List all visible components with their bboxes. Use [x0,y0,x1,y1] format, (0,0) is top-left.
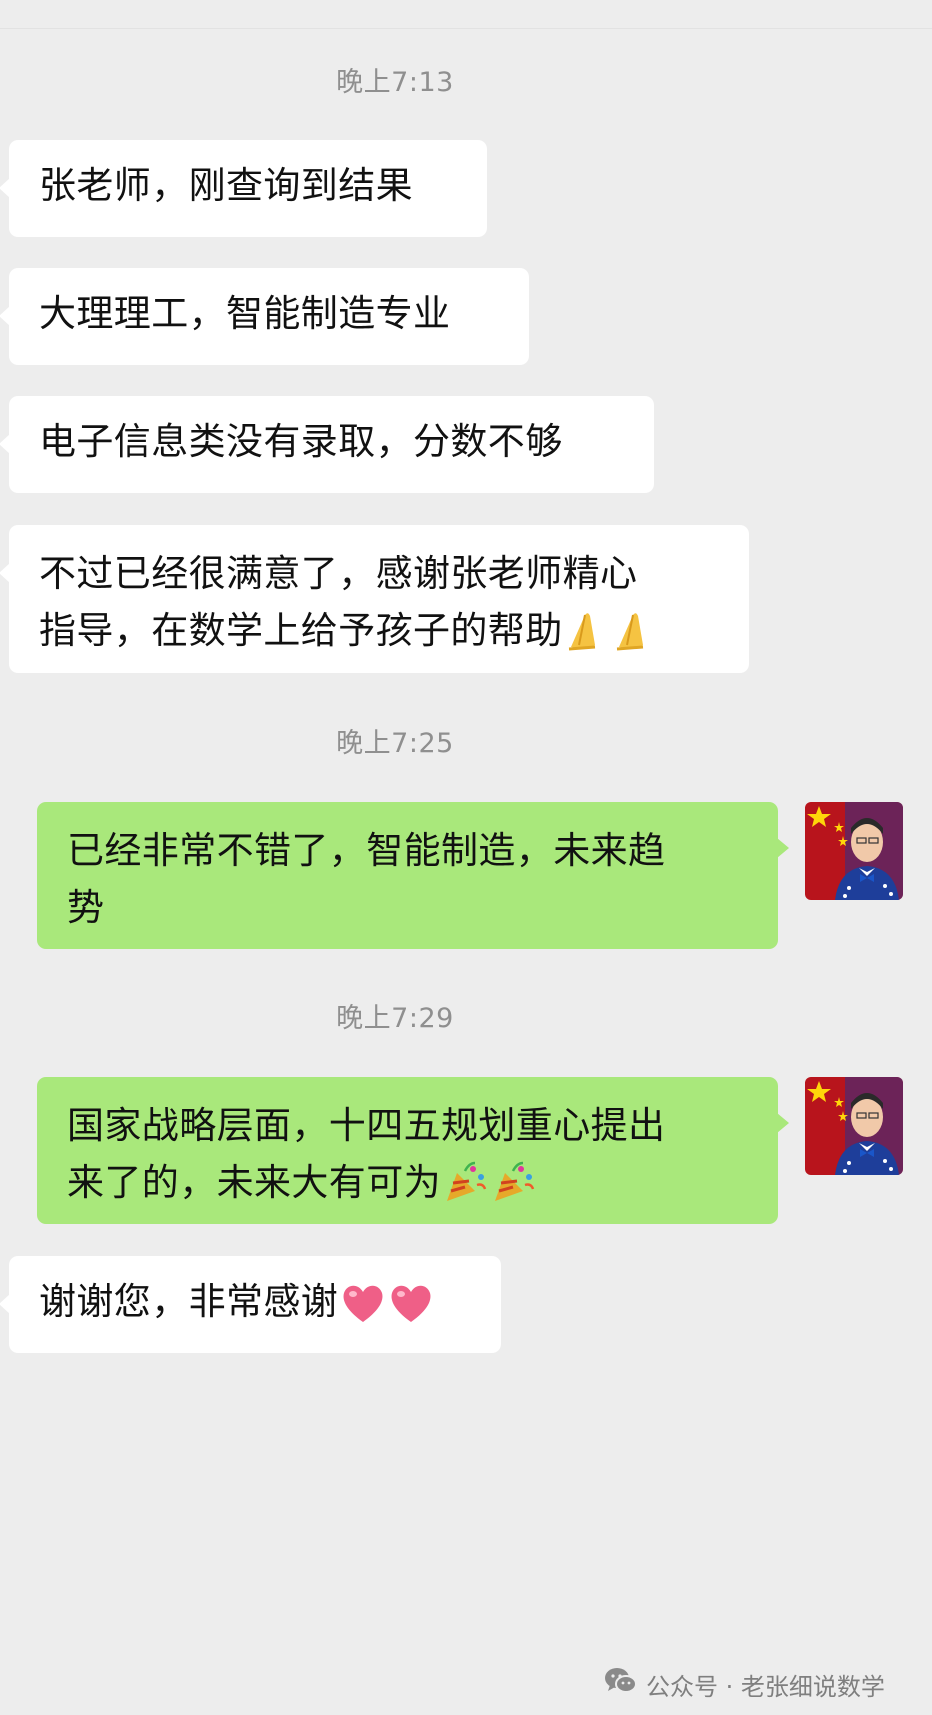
message-received[interactable]: 谢谢您，非常感谢 [0,1256,501,1353]
message-line: 已经非常不错了，智能制造，未来趋 [67,829,666,872]
message-text: 大理理工，智能制造专业 [39,292,451,335]
folded-hands-emoji [613,607,659,669]
top-divider [0,28,932,29]
message-line: 来了的，未来大有可为 [67,1154,778,1221]
heart-emoji [340,1282,386,1340]
avatar[interactable] [805,802,903,900]
wechat-icon [604,1667,638,1701]
message-line: 势 [67,886,105,929]
message-sent[interactable]: 国家战略层面，十四五规划重心提出 来了的，未来大有可为 [37,1077,789,1224]
timestamp: 晚上7:13 [336,67,454,98]
message-text: 电子信息类没有录取，分数不够 [39,420,563,463]
message-received[interactable]: 不过已经很满意了，感谢张老师精心 指导，在数学上给予孩子的帮助 [0,525,749,673]
message-sent[interactable]: 已经非常不错了，智能制造，未来趋 势 [37,802,789,949]
message-text: 谢谢您，非常感谢 [39,1280,339,1323]
message-received[interactable]: 张老师，刚查询到结果 [0,140,487,237]
watermark-text: 公众号 · 老张细说数学 [646,1672,885,1701]
timestamp: 晚上7:29 [336,1003,454,1034]
avatar[interactable] [805,1077,903,1175]
message-received[interactable]: 大理理工，智能制造专业 [0,268,529,365]
heart-emoji [388,1282,434,1340]
message-text: 张老师，刚查询到结果 [39,164,413,207]
message-received[interactable]: 电子信息类没有录取，分数不够 [0,396,654,493]
message-line: 不过已经很满意了，感谢张老师精心 [39,552,638,595]
party-popper-emoji [491,1159,537,1221]
timestamp: 晚上7:25 [336,728,454,759]
folded-hands-emoji [565,607,611,669]
party-popper-emoji [443,1159,489,1221]
message-line: 国家战略层面，十四五规划重心提出 [67,1104,666,1147]
message-line: 指导，在数学上给予孩子的帮助 [39,602,749,669]
watermark: 公众号 · 老张细说数学 [604,1666,885,1702]
